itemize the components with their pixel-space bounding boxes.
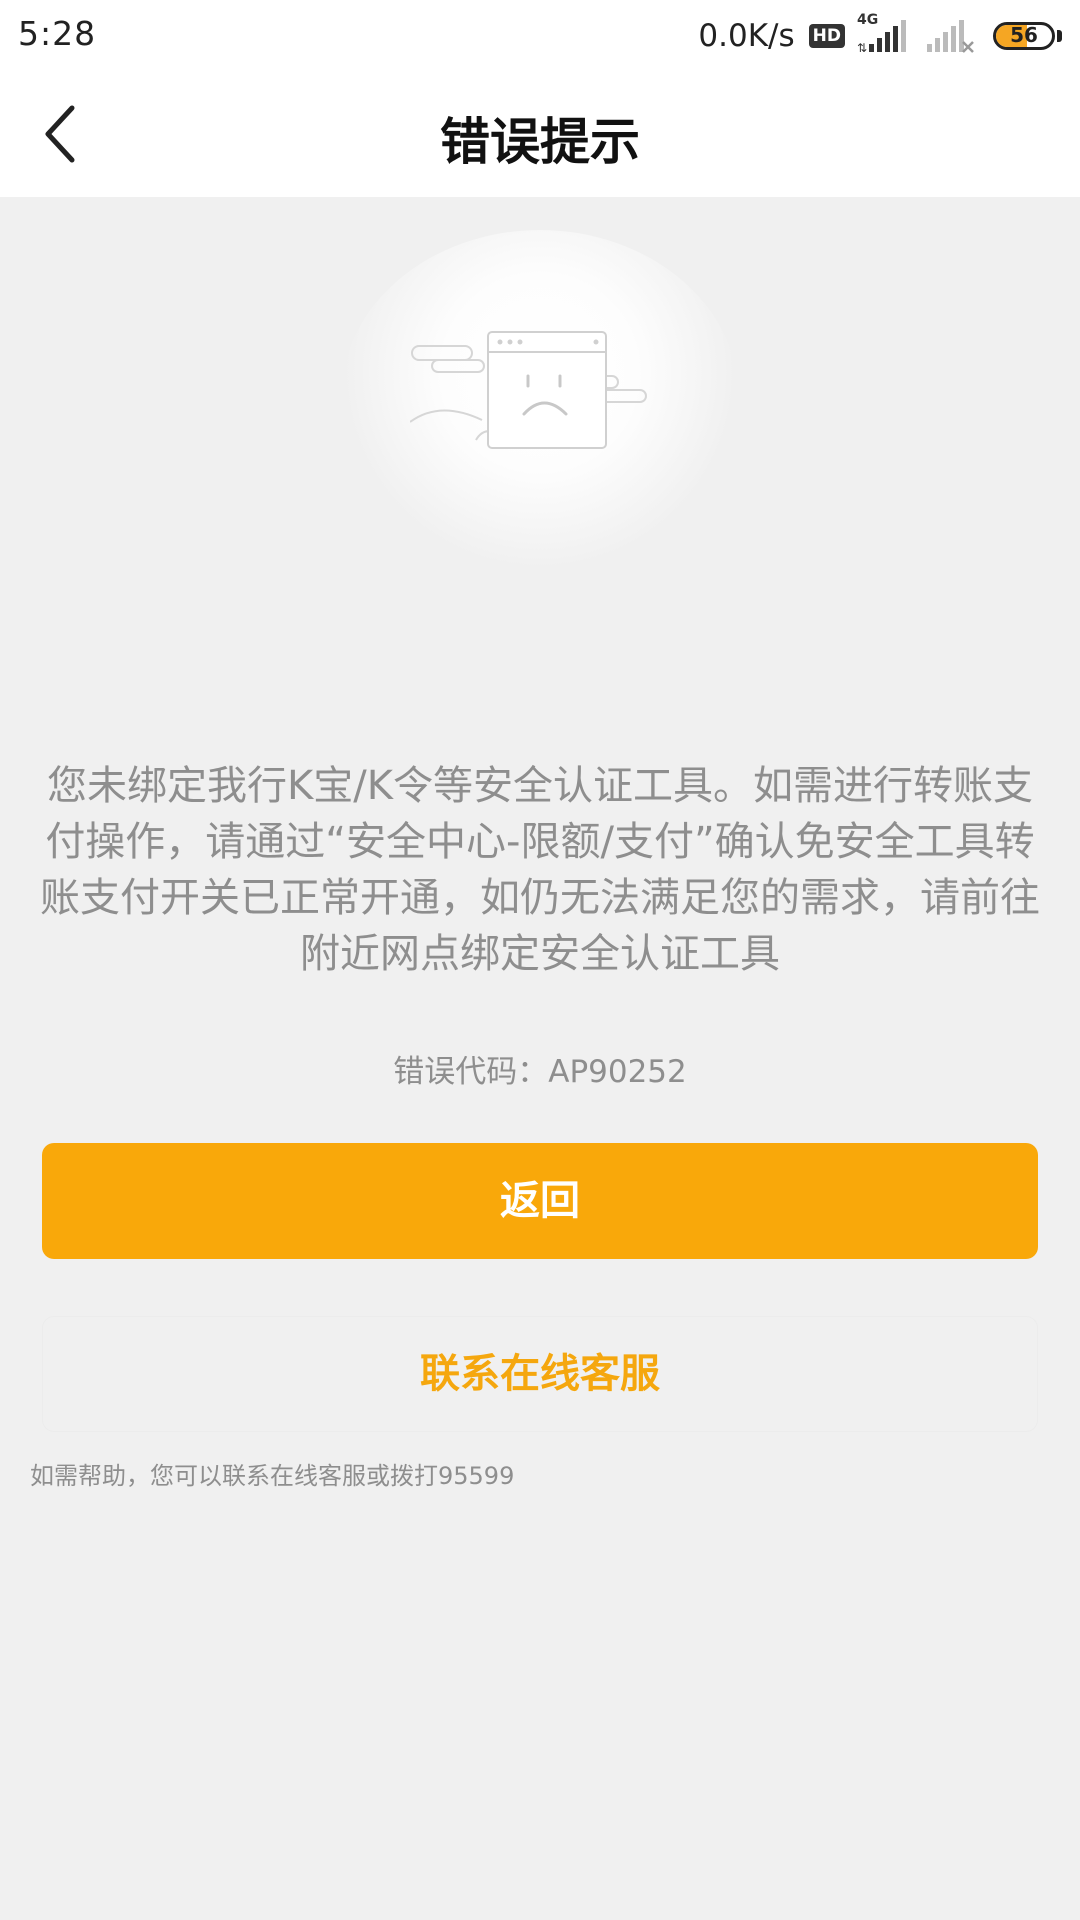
page-title: 错误提示 bbox=[440, 113, 640, 171]
error-message: 您未绑定我行K宝/K令等安全认证工具。如需进行转账支付操作，请通过“安全中心-限… bbox=[40, 763, 1040, 977]
return-button[interactable]: 返回 bbox=[42, 1143, 1038, 1259]
error-illustration bbox=[340, 230, 740, 570]
contact-service-button[interactable]: 联系在线客服 bbox=[42, 1316, 1038, 1432]
status-bar: 5:28 0.0K/s HD 4G ⇅ 56 bbox=[0, 0, 1080, 72]
error-code-label: 错误代码： bbox=[393, 1054, 549, 1090]
battery-level: 56 bbox=[1010, 23, 1038, 47]
help-text: 如需帮助，您可以联系在线客服或拨打95599 bbox=[30, 1462, 515, 1490]
status-indicators: 0.0K/s HD 4G ⇅ 56 bbox=[698, 12, 1062, 58]
hd-badge: HD bbox=[808, 24, 845, 48]
network-type-label: 4G bbox=[857, 12, 879, 28]
error-code-value: AP90252 bbox=[548, 1054, 687, 1090]
battery-icon: 56 bbox=[993, 22, 1055, 50]
signal-no-service-icon bbox=[921, 16, 977, 56]
battery-tip bbox=[1057, 30, 1062, 42]
nav-bar: 错误提示 bbox=[0, 72, 1080, 197]
network-speed: 0.0K/s bbox=[698, 18, 795, 54]
svg-text:⇅: ⇅ bbox=[857, 41, 867, 55]
error-code: 错误代码：AP90252 bbox=[0, 1046, 1080, 1091]
status-time: 5:28 bbox=[18, 14, 97, 53]
signal-4g-icon: 4G ⇅ bbox=[855, 12, 911, 56]
sad-browser-window-icon bbox=[410, 331, 647, 449]
